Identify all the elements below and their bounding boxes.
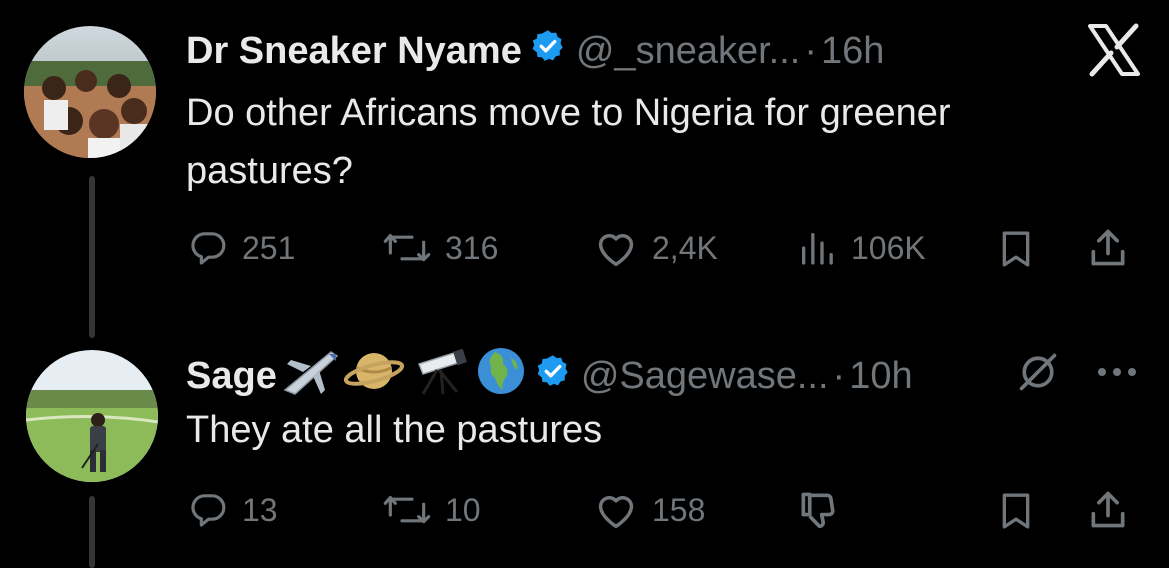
like-icon <box>594 490 638 530</box>
tweet-text-line: pastures? <box>186 150 353 192</box>
tweet-text: Do other Africans move to Nigeria for gr… <box>186 84 951 200</box>
views-button[interactable]: 106K <box>797 228 926 268</box>
thread-connector-top <box>89 176 95 338</box>
repost-count: 316 <box>445 229 499 266</box>
reply-count: 13 <box>242 491 278 528</box>
repost-button[interactable]: 10 <box>383 490 481 530</box>
reply-icon <box>188 490 228 530</box>
globe-icon <box>475 346 527 406</box>
like-count: 2,4K <box>652 229 718 266</box>
like-count: 158 <box>652 491 706 528</box>
tweet-text-line: Do other Africans move to Nigeria for gr… <box>186 92 951 134</box>
x-logo-icon[interactable] <box>1086 22 1142 83</box>
like-icon <box>594 228 638 268</box>
reply-button[interactable]: 251 <box>188 228 295 268</box>
thread-connector-bottom <box>89 496 95 568</box>
airplane-icon <box>281 346 339 406</box>
verified-badge-icon <box>530 28 566 74</box>
repost-icon <box>383 490 431 530</box>
verified-badge-icon <box>535 353 571 399</box>
reply-text: They ate all the pastures <box>186 409 603 451</box>
tweet-header: Dr Sneaker Nyame @_sneaker... · 16h <box>186 28 884 74</box>
reply-header: Sage @Sagewase... · 10h <box>186 346 913 406</box>
reply-button[interactable]: 13 <box>188 490 278 530</box>
timestamp[interactable]: 16h <box>821 30 884 73</box>
repost-icon <box>383 228 431 268</box>
separator-dot: · <box>832 354 846 397</box>
dislike-icon[interactable] <box>796 488 840 537</box>
bookmark-icon[interactable] <box>996 490 1036 537</box>
handle[interactable]: @Sagewase... <box>581 355 829 398</box>
repost-button[interactable]: 316 <box>383 228 498 268</box>
share-icon[interactable] <box>1086 488 1130 537</box>
avatar[interactable] <box>26 350 158 482</box>
grok-icon[interactable] <box>1016 350 1060 399</box>
bookmark-icon[interactable] <box>996 228 1036 275</box>
reply-count: 251 <box>242 229 296 266</box>
view-count: 106K <box>851 229 926 266</box>
more-icon[interactable] <box>1094 358 1140 391</box>
timestamp[interactable]: 10h <box>849 355 912 398</box>
ringed-planet-icon <box>343 346 405 406</box>
avatar[interactable] <box>24 26 156 158</box>
display-name[interactable]: Dr Sneaker Nyame <box>186 30 522 73</box>
views-icon <box>797 228 837 268</box>
separator-dot: · <box>804 29 817 72</box>
display-name[interactable]: Sage <box>186 355 277 398</box>
handle[interactable]: @_sneaker... <box>576 30 800 73</box>
like-button[interactable]: 2,4K <box>594 228 718 268</box>
repost-count: 10 <box>445 491 481 528</box>
like-button[interactable]: 158 <box>594 490 705 530</box>
share-icon[interactable] <box>1086 226 1130 275</box>
telescope-icon <box>409 346 471 406</box>
reply-icon <box>188 228 228 268</box>
